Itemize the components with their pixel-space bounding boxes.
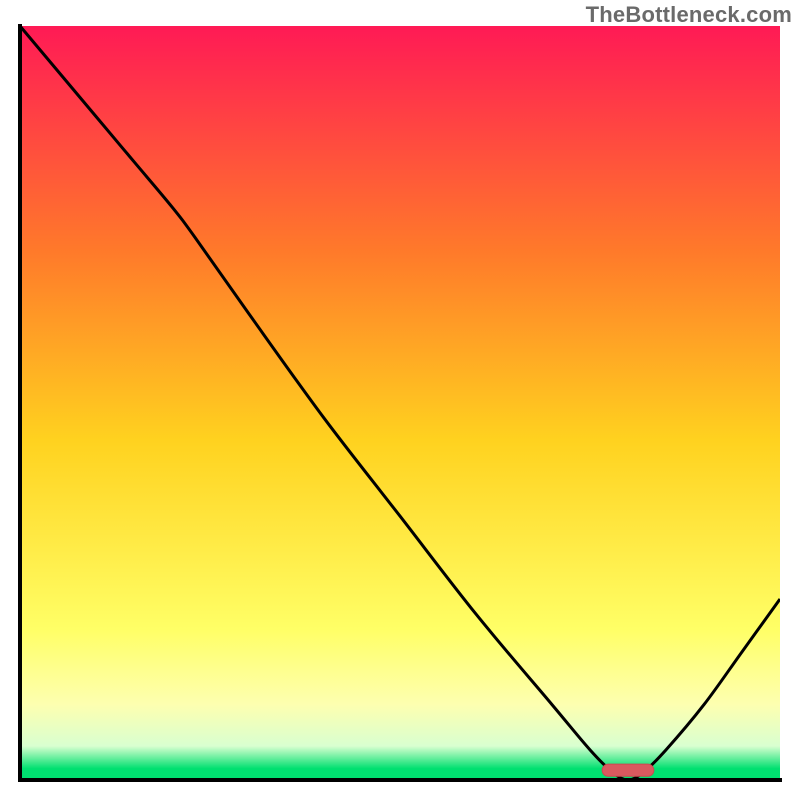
chart-container: TheBottleneck.com	[0, 0, 800, 800]
optimal-marker	[602, 764, 654, 776]
gradient-background	[20, 26, 780, 780]
watermark-text: TheBottleneck.com	[586, 2, 792, 28]
bottleneck-chart	[0, 0, 800, 800]
